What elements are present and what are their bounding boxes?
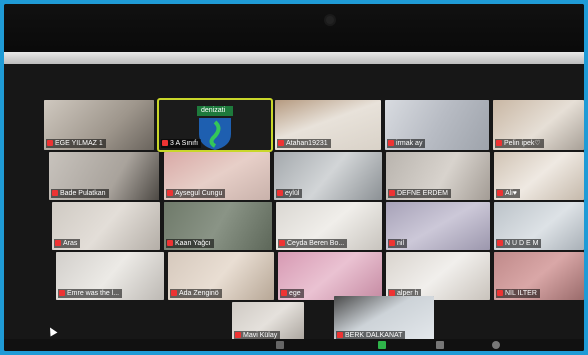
participant-name: Aysegul Cungu — [175, 190, 223, 197]
mic-muted-icon — [389, 190, 395, 196]
participant-label: Aysegul Cungu — [166, 189, 226, 198]
participant-name: Kaan Yağcı — [175, 240, 211, 247]
share-screen-icon[interactable] — [378, 341, 386, 349]
settings-icon[interactable] — [492, 341, 500, 349]
participant-label: N U D E M — [496, 239, 542, 248]
mic-muted-icon — [55, 240, 61, 246]
video-gallery: EGE YILMAZ 1 denizati 3 A Sınıfı Atahan1… — [4, 64, 584, 351]
video-tile[interactable]: NİL İLTER — [494, 252, 584, 300]
participant-name: NİL İLTER — [505, 290, 537, 297]
mic-muted-icon — [497, 290, 503, 296]
video-tile[interactable]: Emre was the l... — [56, 252, 164, 300]
participant-label: DEFNE ERDEM — [388, 189, 451, 198]
mic-muted-icon — [497, 190, 503, 196]
participant-name: irmak ay — [396, 140, 423, 147]
participant-label: Emre was the l... — [58, 289, 123, 298]
video-tile[interactable]: Atahan19231 — [275, 100, 381, 150]
participant-label: ege — [280, 289, 304, 298]
mic-muted-icon — [278, 140, 284, 146]
mic-muted-icon — [497, 240, 503, 246]
monitor-photo: EGE YILMAZ 1 denizati 3 A Sınıfı Atahan1… — [4, 4, 584, 351]
participant-name: Ali♥ — [505, 190, 517, 197]
participant-label: Aras — [54, 239, 81, 248]
participant-label: Ceyda Beren Bo... — [278, 239, 348, 248]
video-tile[interactable]: Aysegul Cungu — [164, 152, 270, 200]
meeting-toolbar — [4, 339, 584, 351]
logo-text: denizati — [201, 107, 226, 114]
video-tile-active[interactable]: denizati 3 A Sınıfı — [157, 98, 273, 152]
participant-label: Ada Zenginö — [170, 289, 222, 298]
video-tile[interactable]: Bade Pulatkan — [49, 152, 159, 200]
participant-name: ege — [289, 290, 301, 297]
participant-label: EGE YILMAZ 1 — [46, 139, 106, 148]
participant-label: Kaan Yağcı — [166, 239, 214, 248]
participant-label: Ali♥ — [496, 189, 520, 198]
participant-label: Pelin ipek♡ — [495, 139, 544, 148]
screen-glare — [4, 52, 584, 64]
video-tile[interactable]: Mavi Külay — [232, 302, 304, 342]
participant-label: nil — [388, 239, 408, 248]
mic-muted-icon — [277, 190, 283, 196]
mic-muted-icon — [281, 290, 287, 296]
webcam-icon — [326, 16, 334, 24]
video-tile[interactable]: eylül — [274, 152, 382, 200]
video-tile[interactable]: ege — [278, 252, 382, 300]
video-tile[interactable]: BERK DALKANAT — [334, 296, 434, 342]
mic-muted-icon — [389, 240, 395, 246]
participant-name: BERK DALKANAT — [345, 332, 403, 339]
participant-label: irmak ay — [387, 139, 426, 148]
video-tile[interactable]: nil — [386, 202, 490, 250]
participant-name: Mavi Külay — [243, 332, 278, 339]
mic-muted-icon — [279, 240, 285, 246]
participant-name: 3 A Sınıfı — [170, 140, 199, 147]
video-tile[interactable]: Aras — [52, 202, 160, 250]
participant-name: Aras — [63, 240, 78, 247]
mic-muted-icon — [167, 190, 173, 196]
mic-muted-icon — [496, 140, 502, 146]
video-tile[interactable]: Ceyda Beren Bo... — [276, 202, 382, 250]
mic-muted-icon — [47, 140, 53, 146]
video-tile[interactable]: irmak ay — [385, 100, 489, 150]
mic-muted-icon — [52, 190, 58, 196]
mic-muted-icon — [167, 240, 173, 246]
participant-name: eylül — [285, 190, 300, 197]
participant-name: Pelin ipek♡ — [504, 140, 541, 147]
video-tile[interactable]: Ali♥ — [494, 152, 584, 200]
participant-name: Ada Zenginö — [179, 290, 219, 297]
participant-label: Atahan19231 — [277, 139, 331, 148]
participant-name: DEFNE ERDEM — [397, 190, 448, 197]
mic-muted-icon — [171, 290, 177, 296]
participants-icon[interactable] — [276, 341, 284, 349]
participant-name: Bade Pulatkan — [60, 190, 106, 197]
participant-name: N U D E M — [505, 240, 539, 247]
video-tile[interactable]: DEFNE ERDEM — [386, 152, 490, 200]
participant-label: 3 A Sınıfı — [161, 139, 202, 148]
view-icon[interactable] — [436, 341, 444, 349]
participant-label: Bade Pulatkan — [51, 189, 109, 198]
mic-muted-icon — [162, 140, 168, 146]
participant-name: Atahan19231 — [286, 140, 328, 147]
participant-name: nil — [397, 240, 405, 247]
mic-muted-icon — [59, 290, 65, 296]
participant-name: Ceyda Beren Bo... — [287, 240, 345, 247]
video-tile[interactable]: alper h — [386, 252, 490, 300]
mic-muted-icon — [235, 332, 241, 338]
monitor-bezel — [4, 4, 584, 50]
participant-name: Emre was the l... — [67, 290, 120, 297]
video-tile[interactable]: EGE YILMAZ 1 — [44, 100, 154, 150]
mic-muted-icon — [388, 140, 394, 146]
video-tile[interactable]: Kaan Yağcı — [164, 202, 272, 250]
participant-name: EGE YILMAZ 1 — [55, 140, 103, 147]
video-tile[interactable]: Pelin ipek♡ — [493, 100, 584, 150]
video-tile[interactable]: Ada Zenginö — [168, 252, 274, 300]
video-tile[interactable]: N U D E M — [494, 202, 584, 250]
participant-label: NİL İLTER — [496, 289, 540, 298]
mic-muted-icon — [337, 332, 343, 338]
participant-label: eylül — [276, 189, 303, 198]
